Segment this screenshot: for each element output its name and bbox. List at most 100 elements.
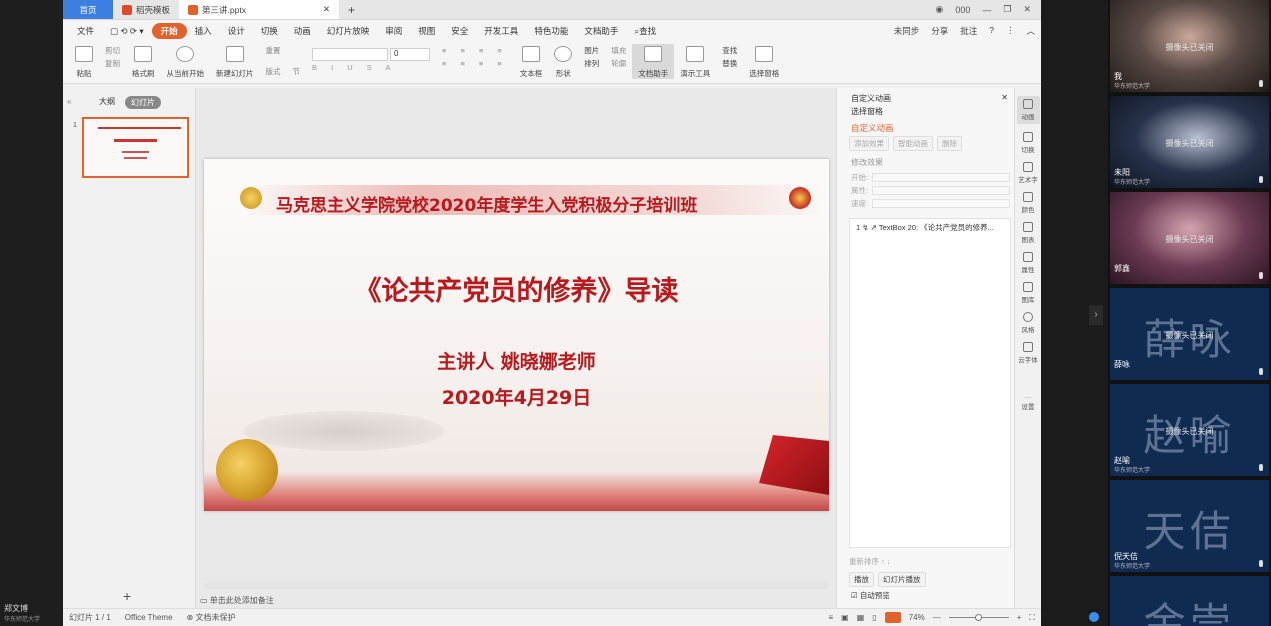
theme-name[interactable]: Office Theme [125, 613, 173, 622]
outline-button[interactable]: 轮廓 [611, 57, 626, 70]
zoom-level[interactable]: 74% [909, 613, 925, 622]
animation-tool[interactable]: 动画 [1016, 96, 1040, 124]
style-tool[interactable]: 风格 [1022, 312, 1035, 334]
reading-view-icon[interactable]: ▯ [872, 613, 876, 622]
textbox-button[interactable]: 文本框 [514, 44, 549, 79]
from-current-button[interactable]: 从当前开始 [161, 44, 211, 79]
autopreview-checkbox[interactable]: ☑ 自动预览 [851, 590, 890, 601]
help-icon[interactable]: ? [989, 25, 994, 37]
color-tool[interactable]: 颜色 [1022, 192, 1035, 214]
menu-file[interactable]: 文件 [69, 23, 102, 39]
play-button[interactable]: 播放 [849, 572, 874, 587]
arrange-button[interactable]: 排列 [584, 57, 599, 70]
menu-slideshow[interactable]: 幻灯片放映 [319, 23, 378, 39]
menu-doc-helper[interactable]: 文档助手 [576, 23, 626, 39]
menu-search[interactable]: ⌕查找 [626, 23, 664, 39]
reset-button[interactable]: 重置 [266, 44, 281, 57]
speed-select[interactable] [872, 199, 1011, 208]
collapse-ribbon-icon[interactable]: ︿ [1026, 25, 1035, 37]
participant-tile[interactable]: 摄像头已关闭 我 华东师范大学 [1110, 0, 1269, 92]
fit-window-icon[interactable]: ⛶ [1029, 613, 1035, 623]
zoom-knob[interactable] [974, 614, 982, 621]
format-painter-button[interactable]: 格式刷 [126, 44, 161, 79]
smart-animation-button[interactable]: 智能动画 [893, 136, 933, 151]
find-button[interactable]: 查找 [722, 44, 737, 57]
gallery-tool[interactable]: 图库 [1022, 282, 1035, 304]
slide-speaker[interactable]: 主讲人 姚晓娜老师 [204, 347, 829, 374]
user-avatar-icon[interactable]: ◉ [935, 4, 943, 15]
participant-tile[interactable]: 金崇 [1110, 576, 1269, 626]
layout-button[interactable]: 版式 [266, 65, 281, 78]
transition-tool[interactable]: 切换 [1022, 132, 1035, 154]
participant-tile[interactable]: 赵喻 摄像头已关闭 赵喻 华东师范大学 [1110, 384, 1269, 476]
notes-toggle-icon[interactable]: ≡ [829, 613, 834, 622]
slide[interactable]: 马克思主义学院党校2020年度学生入党积极分子培训班 《论共产党员的修养》导读 … [204, 159, 829, 511]
participant-tile[interactable]: 摄像头已关闭 郭鑫 [1110, 192, 1269, 284]
menu-insert[interactable]: 插入 [187, 23, 220, 39]
fill-button[interactable]: 填充 [611, 44, 626, 57]
tab-home[interactable]: 首页 [63, 0, 113, 19]
wordart-tool[interactable]: 艺术字 [1018, 162, 1038, 184]
start-field[interactable]: 开始: [837, 171, 1014, 184]
section-button[interactable]: 节 [293, 65, 301, 78]
new-slide-button[interactable]: 新建幻灯片 [210, 44, 260, 79]
menu-features[interactable]: 特色功能 [526, 23, 576, 39]
cut-button[interactable]: 剪切 [105, 44, 120, 57]
chat-icon[interactable] [1089, 612, 1099, 622]
close-panel-icon[interactable]: ✕ [1001, 93, 1008, 104]
add-effect-button[interactable]: 添加效果 [849, 136, 889, 151]
slide-date[interactable]: 2020年4月29日 [204, 383, 829, 410]
zoom-slider[interactable] [948, 614, 1009, 621]
new-tab-button[interactable]: + [339, 0, 364, 19]
sorter-view-icon[interactable]: ▦ [857, 613, 865, 622]
menu-animation[interactable]: 动画 [286, 23, 319, 39]
settings-tool[interactable]: ··· 设置 [1022, 394, 1035, 411]
replace-button[interactable]: 替换 [722, 57, 737, 70]
align-buttons[interactable]: ≡ ≡ ≡ ≡ [442, 57, 508, 70]
add-slide-icon[interactable]: + [123, 588, 131, 604]
restore-icon[interactable]: ❐ [1003, 4, 1011, 15]
close-window-icon[interactable]: ✕ [1023, 4, 1031, 15]
delete-effect-button[interactable]: 删除 [937, 136, 962, 151]
more-icon[interactable]: ⋮ [1006, 25, 1015, 37]
comment-button[interactable]: 批注 [960, 25, 977, 37]
doc-helper-button[interactable]: 文档助手 [632, 44, 675, 79]
font-name-select[interactable] [312, 48, 388, 61]
participant-tile[interactable]: 摄像头已关闭 未阳 华东师范大学 [1110, 96, 1269, 188]
presentation-tools-button[interactable]: 演示工具 [674, 44, 716, 79]
menu-developer[interactable]: 开发工具 [476, 23, 526, 39]
collapse-sidebar-icon[interactable]: « [67, 97, 71, 106]
cloud-font-tool[interactable]: 云字体 [1018, 342, 1038, 364]
menu-design[interactable]: 设计 [220, 23, 253, 39]
property-field[interactable]: 属性: [837, 184, 1014, 197]
select-pane-button[interactable]: 选择窗格 [743, 44, 785, 79]
tab-slides[interactable]: 幻灯片 [125, 96, 161, 109]
normal-view-icon[interactable]: ▣ [841, 613, 849, 622]
share-button[interactable]: 分享 [931, 25, 948, 37]
list-buttons[interactable]: ≡ ≡ ≡ ≡ [442, 44, 508, 57]
speed-field[interactable]: 速度: [837, 197, 1014, 210]
tab-outline[interactable]: 大纲 [99, 96, 115, 109]
participant-tile[interactable]: 薛咏 摄像头已关闭 薛咏 [1110, 288, 1269, 380]
tab-templates[interactable]: 稻壳模板 [113, 0, 179, 19]
menu-view[interactable]: 视图 [410, 23, 443, 39]
property-tool[interactable]: 属性 [1022, 252, 1035, 274]
animation-list-item[interactable]: 1 ↯ ↗ TextBox 20: 《论共产党员的修养... [856, 222, 1004, 233]
select-pane-link[interactable]: 选择窗格 [837, 104, 1014, 120]
participant-tile[interactable]: 天佶 倪天佶 华东师范大学 [1110, 480, 1269, 572]
reorder-control[interactable]: 重新排序 ↑ ↓ [849, 556, 891, 567]
slide-thumbnail[interactable] [82, 117, 189, 178]
slide-title[interactable]: 《论共产党员的修养》导读 [204, 269, 829, 308]
arrow-down-icon[interactable]: ↓ [887, 557, 891, 566]
font-style-buttons[interactable]: B I U S A [312, 61, 396, 74]
zoom-out-icon[interactable]: — [933, 613, 941, 622]
menu-home[interactable]: 开始 [151, 23, 187, 39]
panel-title[interactable]: 自定义动画 [851, 93, 891, 104]
protect-status[interactable]: ⊗ 文档未保护 [187, 612, 236, 623]
notes-area[interactable]: ▭ 单击此处添加备注 [196, 592, 836, 608]
arrow-up-icon[interactable]: ↑ [881, 557, 885, 566]
copy-button[interactable]: 复制 [105, 57, 120, 70]
sync-status[interactable]: 未同步 [894, 25, 920, 37]
close-tab-icon[interactable]: ✕ [323, 4, 330, 15]
picture-button[interactable]: 图片 [584, 44, 599, 57]
